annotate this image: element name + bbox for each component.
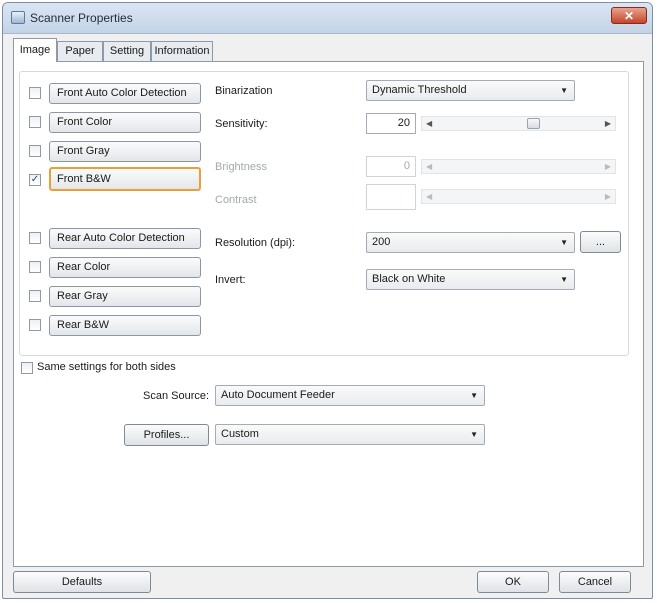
brightness-label: Brightness (215, 161, 267, 173)
front-bw-checkbox[interactable]: ✓ (29, 174, 41, 186)
front-gray-checkbox[interactable] (29, 145, 41, 157)
sensitivity-slider[interactable]: ◀ ▶ (421, 116, 616, 131)
front-color-button[interactable]: Front Color (49, 112, 201, 133)
invert-select[interactable]: Black on White ▼ (366, 269, 575, 290)
slider-right-arrow-icon[interactable]: ▶ (605, 160, 611, 173)
tab-paper[interactable]: Paper (57, 41, 103, 61)
brightness-slider[interactable]: ◀ ▶ (421, 159, 616, 174)
invert-value: Black on White (372, 273, 446, 285)
scan-source-select[interactable]: Auto Document Feeder ▼ (215, 385, 485, 406)
tab-setting[interactable]: Setting (103, 41, 151, 61)
sensitivity-label: Sensitivity: (215, 118, 268, 130)
front-auto-color-checkbox[interactable] (29, 87, 41, 99)
tab-information[interactable]: Information (151, 41, 213, 61)
scan-source-label: Scan Source: (143, 390, 210, 402)
same-settings-label: Same settings for both sides (37, 361, 176, 373)
same-settings-checkbox[interactable] (21, 362, 33, 374)
resolution-select[interactable]: 200 ▼ (366, 232, 575, 253)
contrast-input[interactable] (366, 184, 416, 210)
tab-image[interactable]: Image (13, 38, 57, 62)
slider-right-arrow-icon[interactable]: ▶ (605, 117, 611, 130)
rear-gray-checkbox[interactable] (29, 290, 41, 302)
binarization-label: Binarization (215, 85, 273, 97)
front-color-checkbox[interactable] (29, 116, 41, 128)
resolution-value: 200 (372, 236, 391, 248)
ok-button[interactable]: OK (477, 571, 549, 593)
sensitivity-slider-thumb[interactable] (527, 118, 540, 129)
scan-source-value: Auto Document Feeder (221, 389, 335, 401)
cancel-button[interactable]: Cancel (559, 571, 631, 593)
chevron-down-icon: ▼ (470, 391, 478, 400)
scanner-app-icon (11, 11, 25, 24)
front-gray-button[interactable]: Front Gray (49, 141, 201, 162)
rear-bw-checkbox[interactable] (29, 319, 41, 331)
defaults-button[interactable]: Defaults (13, 571, 151, 593)
contrast-slider[interactable]: ◀ ▶ (421, 189, 616, 204)
slider-left-arrow-icon[interactable]: ◀ (426, 190, 432, 203)
profile-value: Custom (221, 428, 259, 440)
chevron-down-icon: ▼ (470, 430, 478, 439)
contrast-label: Contrast (215, 194, 257, 206)
rear-auto-color-detection-button[interactable]: Rear Auto Color Detection (49, 228, 201, 249)
slider-left-arrow-icon[interactable]: ◀ (426, 117, 432, 130)
resolution-label: Resolution (dpi): (215, 237, 296, 249)
profile-select[interactable]: Custom ▼ (215, 424, 485, 445)
slider-left-arrow-icon[interactable]: ◀ (426, 160, 432, 173)
chevron-down-icon: ▼ (560, 86, 568, 95)
invert-label: Invert: (215, 274, 246, 286)
close-button[interactable]: ✕ (611, 7, 647, 24)
brightness-input[interactable]: 0 (366, 156, 416, 177)
rear-color-button[interactable]: Rear Color (49, 257, 201, 278)
scanner-properties-window: Scanner Properties ✕ Image Paper Setting… (2, 2, 653, 599)
rear-gray-button[interactable]: Rear Gray (49, 286, 201, 307)
rear-bw-button[interactable]: Rear B&W (49, 315, 201, 336)
rear-color-checkbox[interactable] (29, 261, 41, 273)
chevron-down-icon: ▼ (560, 275, 568, 284)
binarization-value: Dynamic Threshold (372, 84, 467, 96)
profiles-button[interactable]: Profiles... (124, 424, 209, 446)
window-title: Scanner Properties (30, 11, 133, 25)
resolution-more-button[interactable]: ... (580, 231, 621, 253)
front-bw-button[interactable]: Front B&W (49, 167, 201, 191)
chevron-down-icon: ▼ (560, 238, 568, 247)
slider-right-arrow-icon[interactable]: ▶ (605, 190, 611, 203)
sensitivity-input[interactable]: 20 (366, 113, 416, 134)
binarization-select[interactable]: Dynamic Threshold ▼ (366, 80, 575, 101)
front-auto-color-detection-button[interactable]: Front Auto Color Detection (49, 83, 201, 104)
rear-auto-color-checkbox[interactable] (29, 232, 41, 244)
title-bar: Scanner Properties ✕ (3, 3, 652, 34)
